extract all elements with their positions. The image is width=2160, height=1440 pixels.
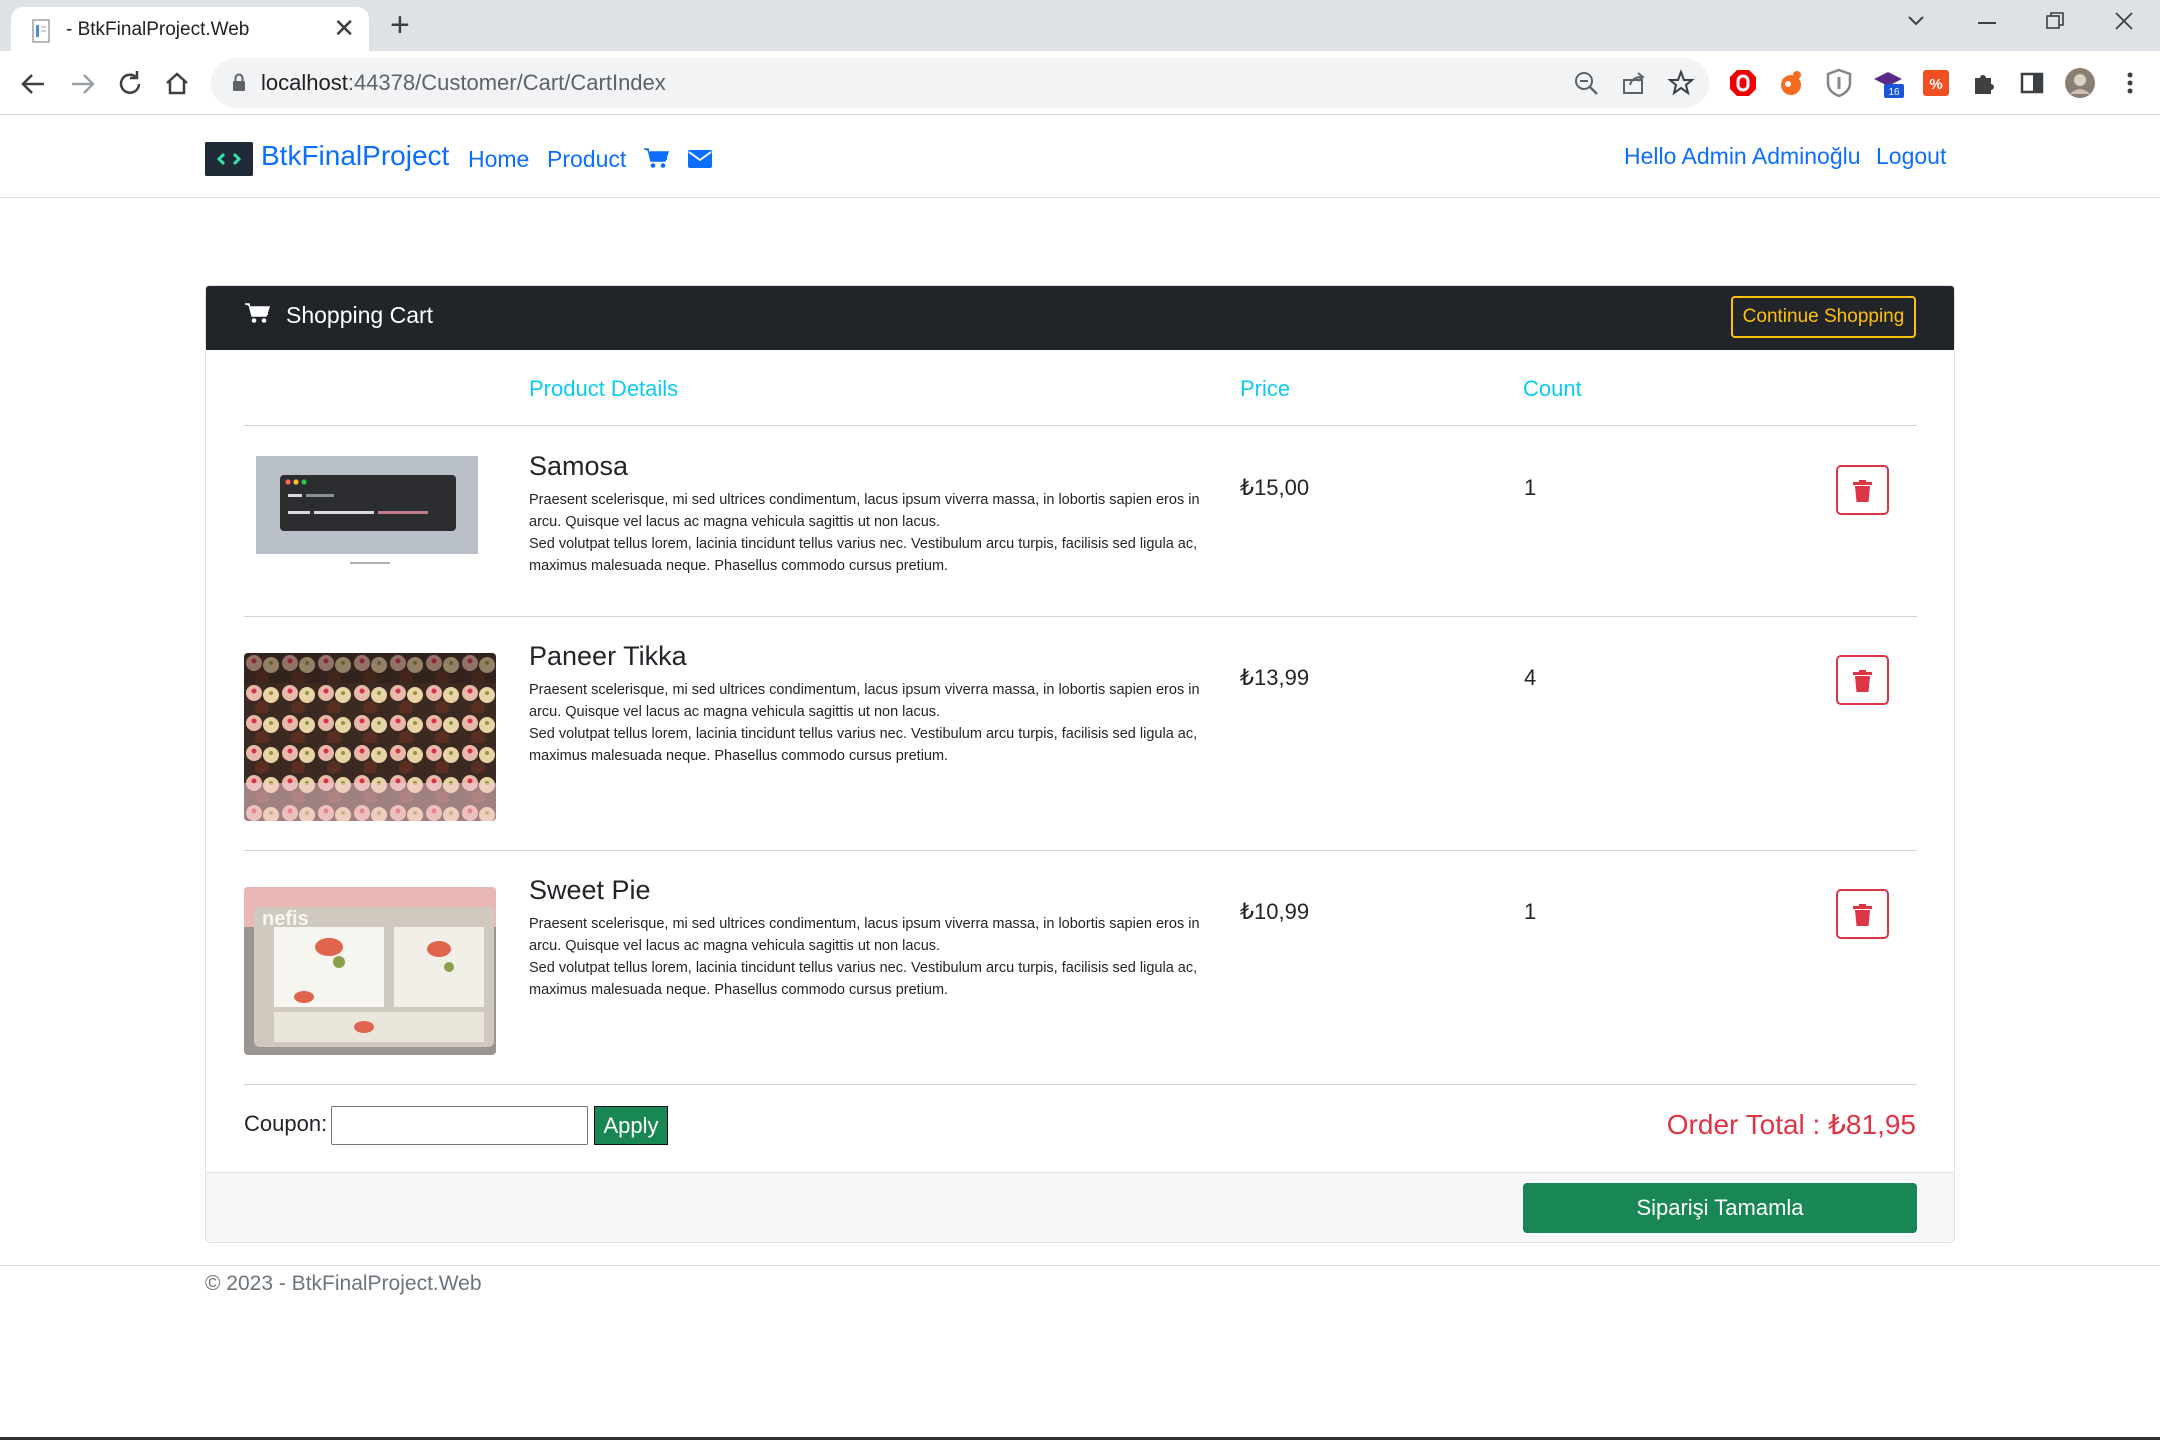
star-icon[interactable] [1666, 68, 1696, 98]
card-header: Shopping Cart Continue Shopping [206, 286, 1954, 350]
home-icon[interactable] [157, 64, 197, 104]
footer-divider [0, 1265, 2160, 1266]
cart-icon [245, 303, 270, 323]
product-name: Samosa [529, 451, 629, 481]
chevron-down-icon[interactable] [1906, 14, 1926, 28]
divider [244, 616, 1917, 617]
description-paragraph: Praesent scelerisque, mi sed ultrices co… [529, 916, 1200, 954]
logout-link[interactable]: Logout [1876, 143, 1946, 170]
graduation-extension-icon[interactable]: 16 [1872, 67, 1904, 99]
description-paragraph: Praesent scelerisque, mi sed ultrices co… [529, 682, 1200, 720]
continue-shopping-button[interactable]: Continue Shopping [1731, 296, 1916, 338]
shield-extension-icon[interactable] [1823, 67, 1855, 99]
opera-extension-icon[interactable] [1727, 67, 1759, 99]
trash-icon [1853, 670, 1872, 692]
apply-coupon-button[interactable]: Apply [594, 1106, 668, 1145]
column-header-count: Count [1523, 376, 1582, 401]
column-header-price: Price [1240, 376, 1291, 401]
description-paragraph: Sed volutpat tellus lorem, lacinia tinci… [529, 726, 1198, 764]
sidepanel-icon[interactable] [2016, 67, 2048, 99]
cart-icon[interactable] [643, 147, 669, 169]
product-image [244, 653, 496, 821]
product-price: ₺15,00 [1240, 475, 1310, 500]
kebab-menu-icon[interactable] [2114, 67, 2146, 99]
divider [244, 850, 1917, 851]
window-close-icon[interactable] [2115, 12, 2133, 30]
product-count: 4 [1524, 665, 1537, 690]
product-price: ₺10,99 [1240, 899, 1310, 924]
nav-link-product[interactable]: Product [547, 146, 626, 173]
extension-icon[interactable] [1775, 67, 1807, 99]
plus-icon[interactable]: + [390, 8, 410, 42]
divider [244, 425, 1917, 426]
browser-tabstrip: - BtkFinalProject.Web ✕ + [0, 0, 2160, 51]
browser-toolbar: localhost:44378/Customer/Cart/CartIndex … [0, 51, 2160, 115]
description-paragraph: Sed volutpat tellus lorem, lacinia tinci… [529, 960, 1198, 998]
product-image: nefis [244, 887, 496, 1055]
share-icon[interactable] [1619, 68, 1649, 98]
coupon-input[interactable] [331, 1106, 588, 1145]
brand-link[interactable]: BtkFinalProject [261, 140, 449, 172]
product-name: Paneer Tikka [529, 641, 687, 671]
translate-extension-icon[interactable]: % [1920, 67, 1952, 99]
card-footer: Siparişi Tamamla [206, 1172, 1954, 1242]
close-icon[interactable]: ✕ [333, 15, 355, 41]
trash-icon [1853, 904, 1872, 926]
restore-icon[interactable] [2046, 12, 2064, 30]
puzzle-icon[interactable] [1968, 67, 2000, 99]
back-icon[interactable] [14, 64, 54, 104]
coupon-label: Coupon: [244, 1111, 328, 1136]
remove-item-button[interactable] [1836, 889, 1889, 939]
product-description: Praesent scelerisque, mi sed ultrices co… [529, 679, 1219, 767]
cart-item-row: nefis Sweet Pie Praesent scelerisque, mi… [206, 875, 1954, 1075]
product-description: Praesent scelerisque, mi sed ultrices co… [529, 913, 1219, 1001]
minimize-icon[interactable] [1978, 22, 1996, 26]
product-name: Sweet Pie [529, 875, 651, 905]
tab-title: - BtkFinalProject.Web [66, 19, 250, 40]
zoom-icon[interactable] [1571, 68, 1601, 98]
shopping-cart-card: Shopping Cart Continue Shopping Product … [205, 285, 1955, 1243]
user-greeting-link[interactable]: Hello Admin Adminoğlu [1624, 143, 1861, 170]
complete-order-button[interactable]: Siparişi Tamamla [1523, 1183, 1917, 1233]
product-image [244, 451, 496, 571]
card-title: Shopping Cart [286, 302, 434, 328]
description-paragraph: Sed volutpat tellus lorem, lacinia tinci… [529, 536, 1198, 574]
svg-text:%: % [1929, 76, 1942, 93]
svg-text:nefis: nefis [262, 908, 309, 930]
forward-icon[interactable] [62, 64, 102, 104]
avatar[interactable] [2064, 67, 2096, 99]
footer-copyright: © 2023 - BtkFinalProject.Web [205, 1272, 482, 1295]
browser-tab[interactable]: - BtkFinalProject.Web ✕ [11, 7, 369, 51]
description-paragraph: Praesent scelerisque, mi sed ultrices co… [529, 492, 1200, 530]
address-bar[interactable]: localhost:44378/Customer/Cart/CartIndex [211, 58, 1709, 108]
site-navbar: BtkFinalProject Home Product Hello Admin… [0, 116, 2160, 198]
product-count: 1 [1524, 899, 1537, 924]
reload-icon[interactable] [110, 64, 150, 104]
lock-icon[interactable] [231, 73, 247, 93]
cart-item-row: Paneer Tikka Praesent scelerisque, mi se… [206, 641, 1954, 841]
svg-text:16: 16 [1888, 87, 1900, 98]
divider [244, 1084, 1917, 1085]
envelope-icon[interactable] [688, 150, 712, 168]
remove-item-button[interactable] [1836, 465, 1889, 515]
remove-item-button[interactable] [1836, 655, 1889, 705]
nav-link-home[interactable]: Home [468, 146, 529, 173]
product-count: 1 [1524, 475, 1537, 500]
page-icon [32, 19, 50, 43]
url-text[interactable]: localhost:44378/Customer/Cart/CartIndex [261, 70, 666, 96]
product-description: Praesent scelerisque, mi sed ultrices co… [529, 489, 1219, 577]
brand-logo[interactable] [205, 142, 253, 176]
product-price: ₺13,99 [1240, 665, 1310, 690]
column-header-details: Product Details [529, 376, 679, 401]
order-total: Order Total : ₺81,95 [1666, 1109, 1916, 1140]
trash-icon [1853, 480, 1872, 502]
cart-item-row: Samosa Praesent scelerisque, mi sed ultr… [206, 451, 1954, 601]
